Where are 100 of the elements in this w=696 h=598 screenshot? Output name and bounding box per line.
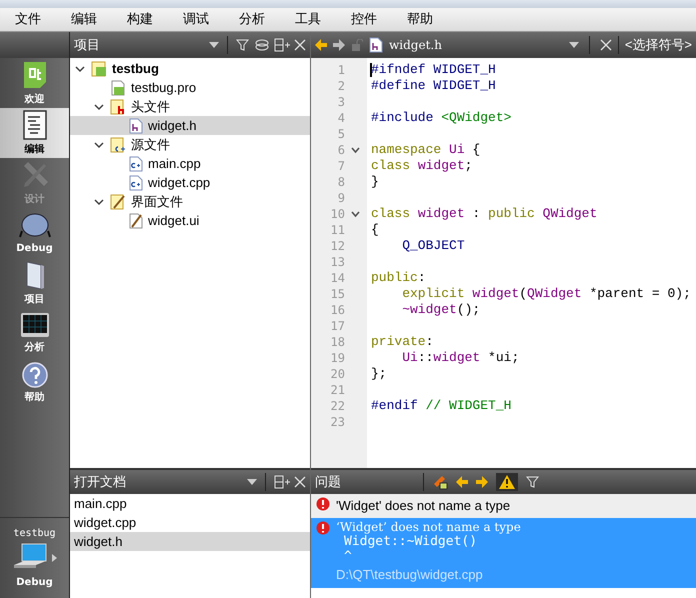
symbol-selector[interactable]: <选择符号> [624, 35, 692, 55]
chevron-icon[interactable] [94, 102, 104, 110]
tree-item[interactable]: 源文件 [70, 135, 310, 154]
tree-item[interactable]: widget.cpp [70, 173, 310, 192]
code-line: } [371, 174, 379, 190]
document-item[interactable]: widget.cpp [70, 513, 310, 532]
triangle-right-icon[interactable] [52, 554, 57, 562]
warning-icon [499, 475, 515, 489]
fold-chevron-icon[interactable] [351, 146, 360, 154]
fold-chevron-icon[interactable] [351, 210, 360, 218]
code-line: #endif // WIDGET_H [371, 398, 512, 414]
split-icon[interactable] [274, 475, 290, 489]
cpp-file-icon [129, 174, 143, 190]
menu-item[interactable]: 帮助 [392, 8, 448, 31]
tree-item[interactable]: testbug [70, 59, 310, 78]
dropdown-icon[interactable] [247, 479, 257, 485]
back-arrow-icon[interactable] [456, 476, 468, 488]
code-line: }; [371, 366, 387, 382]
line-number: 5 [336, 126, 345, 143]
line-number: 4 [336, 110, 345, 127]
menu-item[interactable]: 分析 [224, 8, 280, 31]
issue-row[interactable]: 'Widget' does not name a type [311, 494, 696, 518]
brush-file-icon [129, 212, 143, 228]
mode-button[interactable]: 分析 [0, 308, 69, 358]
tree-item[interactable]: widget.h [70, 116, 310, 135]
mode-button[interactable]: 欢迎 [0, 58, 69, 108]
line-number: 1 [336, 62, 345, 79]
line-number: 8 [336, 174, 345, 191]
close-icon[interactable] [600, 39, 612, 51]
document-item[interactable]: widget.h [70, 532, 310, 551]
menu-item[interactable]: 构建 [112, 8, 168, 31]
issue-file: D:\QT\testbug\widget.cpp [336, 566, 484, 584]
issue-detail: ^ [343, 548, 353, 564]
mode-button[interactable]: Debug [0, 208, 69, 258]
code-line: class widget; [371, 158, 472, 174]
line-number: 2 [336, 78, 345, 95]
menu-item[interactable]: 调试 [168, 8, 224, 31]
menu-item[interactable]: 编辑 [56, 8, 112, 31]
menu-item[interactable]: 工具 [280, 8, 336, 31]
error-icon [316, 497, 330, 511]
line-number: 17 [330, 318, 345, 335]
file-name[interactable]: widget.h [389, 36, 563, 54]
line-number: 18 [330, 334, 345, 351]
panel-title: 项目 [74, 36, 101, 54]
folder-h-icon [110, 98, 126, 114]
folder-brush-icon [110, 194, 126, 210]
mode-button[interactable]: 项目 [0, 258, 69, 308]
line-number: 14 [330, 270, 345, 287]
kit-build-label: Debug [16, 576, 53, 590]
folder-icon [24, 260, 46, 290]
close-icon[interactable] [294, 39, 306, 51]
code-line: private: [371, 334, 434, 350]
dropdown-icon[interactable] [568, 42, 579, 48]
error-icon [316, 520, 330, 534]
tree-item[interactable]: 界面文件 [70, 192, 310, 211]
line-number: 22 [330, 398, 345, 415]
menu-item[interactable]: 文件 [0, 8, 56, 31]
split-icon[interactable] [274, 38, 290, 52]
panel-title: 问题 [315, 473, 342, 492]
filter-icon[interactable] [236, 38, 250, 52]
line-number: 13 [330, 254, 345, 271]
tree-item[interactable]: 头文件 [70, 97, 310, 116]
mode-button[interactable]: 编辑 [0, 108, 69, 158]
code-line: ~widget(); [401, 302, 480, 318]
line-number: 10 [330, 206, 345, 223]
line-number: 16 [330, 302, 345, 319]
close-icon[interactable] [294, 476, 306, 488]
code-line: class widget : public QWidget [371, 206, 598, 222]
code-line: { [371, 222, 379, 238]
issue-message: 'Widget' does not name a type [336, 497, 510, 515]
line-number: 12 [330, 238, 345, 255]
warning-toggle[interactable] [496, 473, 518, 491]
chevron-icon[interactable] [94, 140, 104, 148]
code-line: explicit widget(QWidget *parent = 0); [401, 286, 691, 302]
line-number: 23 [330, 414, 345, 431]
qt-file-icon [110, 80, 126, 96]
line-number: 20 [330, 366, 345, 383]
document-item[interactable]: main.cpp [70, 494, 310, 513]
dropdown-icon[interactable] [209, 42, 219, 48]
code-line: #include <QWidget> [371, 110, 512, 126]
broom-icon[interactable] [432, 474, 448, 490]
tree-item[interactable]: widget.ui [70, 211, 310, 230]
mode-button[interactable]: 帮助 [0, 358, 69, 408]
tree-item[interactable]: testbug.pro [70, 78, 310, 97]
menu-item[interactable]: 控件 [336, 8, 392, 31]
forward-arrow-icon[interactable] [333, 39, 345, 51]
back-arrow-icon[interactable] [315, 39, 327, 51]
h-file-icon [369, 37, 383, 53]
chevron-icon[interactable] [75, 64, 85, 72]
tree-item[interactable]: main.cpp [70, 154, 310, 173]
code-line: #define WIDGET_H [371, 78, 496, 94]
chevron-icon[interactable] [94, 198, 104, 206]
line-number: 7 [336, 158, 345, 175]
project-folder-icon [91, 60, 107, 76]
issue-detail: Widget::~Widget() [344, 534, 478, 548]
folder-cpp-icon [110, 136, 126, 152]
code-line: Ui::widget *ui; [401, 350, 520, 366]
line-number: 15 [330, 286, 345, 303]
filter-icon[interactable] [526, 475, 540, 489]
forward-arrow-icon[interactable] [476, 476, 488, 488]
